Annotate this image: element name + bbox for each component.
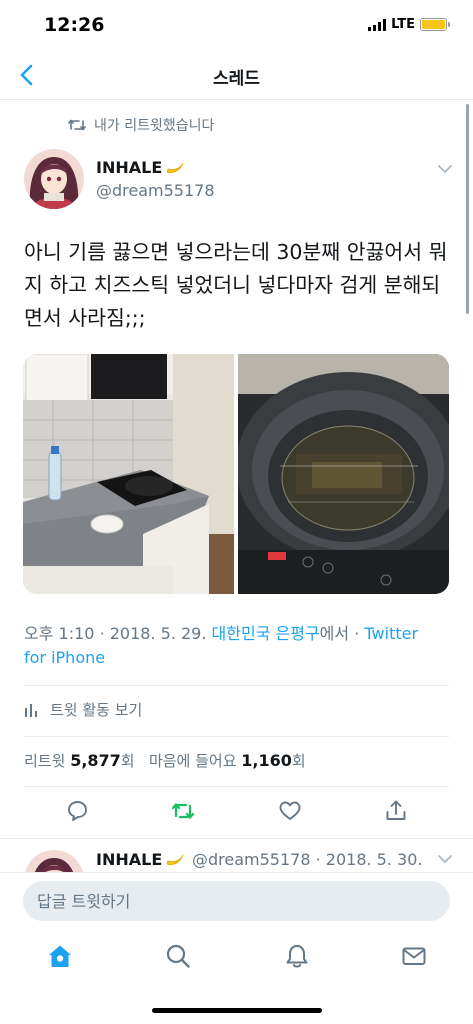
- status-bar: 12:26 LTE: [0, 0, 473, 50]
- tweet-meta: 오후 1:10 · 2018. 5. 29. 대한민국 은평구에서 · Twit…: [24, 622, 444, 670]
- page-title: 스레드: [213, 69, 260, 89]
- home-indicator: [152, 1008, 322, 1013]
- nav-header: 스레드: [0, 50, 473, 100]
- search-icon[interactable]: [164, 942, 192, 970]
- likes-label: 마음에 들어요: [148, 752, 237, 770]
- tweet-actions: [24, 798, 449, 826]
- reply-input[interactable]: [23, 881, 450, 921]
- author-name-text: INHALE: [96, 158, 163, 177]
- battery-icon: [420, 18, 450, 31]
- analytics-icon: [25, 703, 37, 717]
- author-handle[interactable]: @dream55178: [96, 181, 215, 200]
- chevron-down-icon[interactable]: [436, 162, 454, 176]
- status-indicators: LTE: [368, 17, 450, 32]
- share-icon[interactable]: [383, 798, 409, 824]
- scrollbar[interactable]: [466, 104, 469, 314]
- home-icon[interactable]: [46, 942, 74, 970]
- location-suffix: 에서: [319, 624, 350, 643]
- notifications-bell-icon[interactable]: [283, 942, 311, 970]
- author-name[interactable]: INHALE: [96, 158, 185, 177]
- divider: [24, 685, 449, 686]
- retweets-label: 리트윗: [24, 752, 66, 770]
- activity-label: 트윗 활동 보기: [50, 701, 143, 719]
- divider: [0, 838, 473, 839]
- kitchen-photo[interactable]: [23, 354, 234, 594]
- likes-unit: 회: [291, 752, 306, 770]
- banana-emoji-icon: [166, 854, 184, 865]
- next-author-name-text: INHALE: [96, 850, 163, 869]
- reply-bar: [0, 872, 473, 930]
- next-author-name[interactable]: INHALE: [96, 850, 185, 869]
- retweet-context-label: 내가 리트윗했습니다: [94, 118, 215, 134]
- retweets-unit: 회: [120, 752, 135, 770]
- chevron-down-icon[interactable]: [436, 852, 454, 866]
- like-heart-icon[interactable]: [277, 798, 303, 824]
- divider: [24, 736, 449, 737]
- retweet-context: 내가 리트윗했습니다: [68, 115, 214, 135]
- location-link[interactable]: 대한민국 은평구: [212, 624, 320, 643]
- retweets-count: 5,877: [70, 751, 121, 770]
- banana-emoji-icon: [166, 162, 184, 173]
- likes-count: 1,160: [241, 751, 292, 770]
- retweets-count-link[interactable]: 리트윗 5,877회: [24, 751, 139, 770]
- meta-separator: ·: [99, 624, 105, 643]
- tweet-time: 오후 1:10: [24, 624, 95, 643]
- retweet-icon[interactable]: [170, 798, 196, 824]
- signal-icon: [368, 18, 387, 31]
- engagement-counts: 리트윗 5,877회 마음에 들어요 1,160회: [24, 750, 306, 771]
- tweet-text: 아니 기름 끓으면 넣으라는데 30분째 안끓어서 뭐지 하고 치즈스틱 넣었더…: [24, 240, 448, 330]
- tweet-date: 2018. 5. 29.: [109, 624, 207, 643]
- network-label: LTE: [391, 17, 415, 32]
- pan-oil-photo[interactable]: [238, 354, 449, 594]
- next-author-handle-date: @dream55178 · 2018. 5. 30.: [192, 850, 423, 869]
- messages-envelope-icon[interactable]: [400, 942, 428, 970]
- tab-bar: [0, 930, 473, 1024]
- tweet-media: [23, 354, 449, 594]
- likes-count-link[interactable]: 마음에 들어요 1,160회: [148, 751, 306, 770]
- divider: [24, 786, 449, 787]
- retweet-small-icon: [68, 119, 86, 131]
- reply-icon[interactable]: [64, 798, 90, 824]
- tweet-activity-link[interactable]: 트윗 활동 보기: [24, 699, 142, 720]
- status-time: 12:26: [44, 14, 105, 36]
- meta-separator: ·: [354, 624, 360, 643]
- avatar[interactable]: [24, 149, 84, 209]
